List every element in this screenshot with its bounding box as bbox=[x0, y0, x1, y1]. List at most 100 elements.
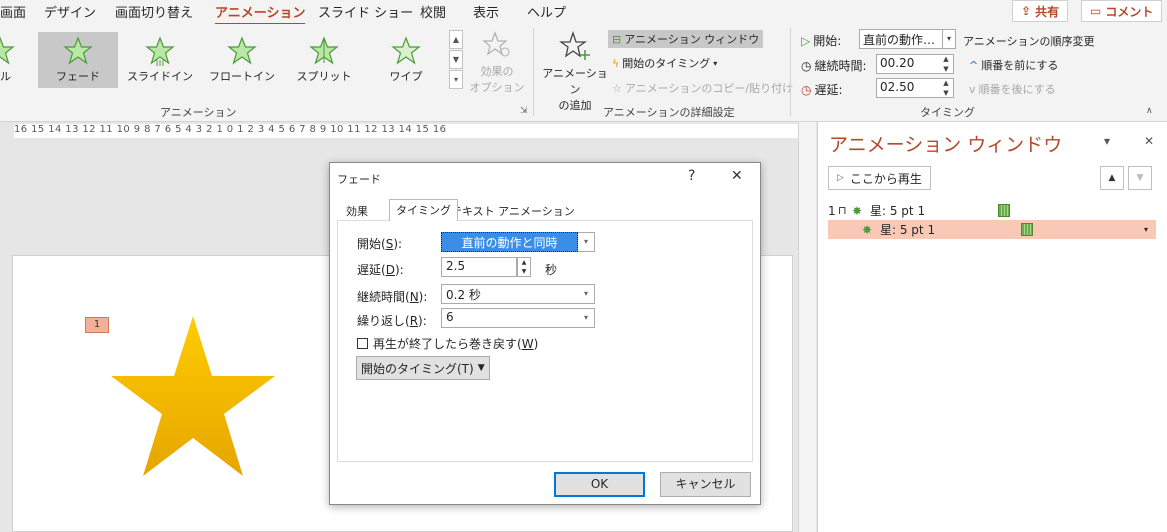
star-gear-icon bbox=[482, 31, 510, 57]
gallery-item-fade[interactable]: フェード bbox=[38, 32, 118, 88]
tab-view[interactable]: 表示 bbox=[473, 2, 499, 21]
group-label-advanced: アニメーションの詳細設定 bbox=[603, 106, 735, 119]
chevron-down-icon: ▾ bbox=[713, 58, 718, 68]
chevron-up-icon: ^ bbox=[969, 58, 979, 72]
start-dropdown-button[interactable]: ▾ bbox=[942, 29, 956, 49]
delay-clock-icon: ◷ bbox=[801, 82, 812, 97]
duration-label: 継続時間(N): bbox=[357, 290, 428, 304]
pane-title: アニメーション ウィンドウ bbox=[829, 134, 1063, 156]
gallery-more-button[interactable]: ▾ bbox=[449, 70, 463, 89]
painter-star-icon: ☆ bbox=[612, 81, 622, 95]
effect-options-button[interactable]: 効果の オプション bbox=[466, 30, 528, 95]
star-effect-icon bbox=[227, 36, 257, 65]
delay-spinner[interactable]: ▲ ▼ bbox=[517, 257, 531, 277]
duration-label: ◷ 継続時間: bbox=[801, 58, 867, 74]
gallery-item-fly-in[interactable]: スライドイン bbox=[120, 32, 200, 88]
delay-spinner[interactable]: ▲ ▼ bbox=[940, 78, 952, 98]
duration-spinner[interactable]: ▲ ▼ bbox=[940, 54, 952, 74]
animation-order-tag[interactable]: 1 bbox=[85, 317, 114, 338]
start-label: ▷ 開始: bbox=[801, 33, 842, 49]
ribbon-tabs: 画面 デザイン 画面切り替え アニメーション スライド ショー 校閲 表示 ヘル… bbox=[0, 0, 1167, 26]
share-icon: ⇪ bbox=[1021, 4, 1032, 18]
start-select[interactable]: 直前の動作… bbox=[859, 29, 943, 49]
delay-unit: 秒 bbox=[545, 263, 558, 277]
reorder-title: アニメーションの順序変更 bbox=[963, 35, 1095, 48]
tab-effect[interactable]: 効果 bbox=[340, 201, 374, 221]
gallery-item-float-in[interactable]: フロートイン bbox=[202, 32, 282, 88]
triggers-button[interactable]: 開始のタイミング(T) ▼ bbox=[356, 356, 490, 380]
move-earlier-button[interactable]: ^ 順番を前にする bbox=[969, 57, 1058, 73]
rewind-checkbox[interactable]: 再生が終了したら巻き戻す(W) bbox=[357, 335, 538, 352]
tab-design[interactable]: デザイン bbox=[44, 2, 96, 21]
gallery-item-appear[interactable]: ール bbox=[0, 32, 40, 88]
pane-options-chevron-icon[interactable]: ▾ bbox=[1104, 134, 1110, 148]
animation-pane-icon: ⊟ bbox=[612, 32, 622, 46]
tab-transitions[interactable]: 画面切り替え bbox=[115, 2, 193, 21]
ribbon: ール フェード スライドイン フロートイン スプリット ワイプ ▲ ▼ ▾ 効果… bbox=[0, 24, 1167, 122]
horizontal-ruler: 16 15 14 13 12 11 10 9 8 7 6 5 4 3 2 1 0… bbox=[14, 124, 798, 138]
duration-dropdown-button[interactable]: ▾ bbox=[578, 284, 595, 304]
mouse-click-icon: ⊓ bbox=[838, 204, 847, 217]
play-triangle-icon: ▷ bbox=[801, 33, 811, 48]
tab-slideshow-partial[interactable]: 画面 bbox=[0, 2, 26, 21]
add-animation-button[interactable]: アニメーション の追加 bbox=[540, 30, 610, 113]
play-icon: ▷ bbox=[837, 173, 844, 183]
dialog-launcher-icon[interactable]: ⇲ bbox=[520, 106, 528, 116]
trigger-button[interactable]: ϟ 開始のタイミング ▾ bbox=[612, 55, 717, 71]
star-shape[interactable] bbox=[110, 314, 276, 478]
move-later-button[interactable]: v 順番を後にする bbox=[969, 81, 1056, 97]
share-button[interactable]: ⇪ 共有 bbox=[1012, 0, 1069, 22]
animation-list-item-selected[interactable]: ✸ 星: 5 pt 1 ▾ bbox=[828, 220, 1156, 239]
gallery-scroll-down-button[interactable]: ▼ bbox=[449, 50, 463, 69]
animation-timeline-bar[interactable] bbox=[998, 204, 1010, 217]
repeat-select[interactable]: 6 bbox=[441, 308, 579, 328]
delay-input[interactable]: 2.5 bbox=[441, 257, 517, 277]
tab-slide-show[interactable]: スライド ショー bbox=[318, 2, 413, 21]
animation-pane-button[interactable]: ⊟ アニメーション ウィンドウ bbox=[608, 30, 764, 48]
tab-help[interactable]: ヘルプ bbox=[527, 2, 566, 21]
star-add-icon bbox=[558, 30, 590, 60]
tab-animations[interactable]: アニメーション bbox=[215, 2, 306, 26]
cancel-button[interactable]: キャンセル bbox=[660, 472, 751, 497]
pane-close-icon[interactable]: ✕ bbox=[1144, 134, 1154, 148]
help-icon[interactable]: ? bbox=[688, 168, 695, 184]
animation-painter-button[interactable]: ☆ アニメーションのコピー/貼り付け bbox=[612, 80, 793, 96]
delay-label: 遅延(D): bbox=[357, 263, 404, 277]
animation-pane: アニメーション ウィンドウ ▾ ✕ ▷ ここから再生 ▲ ▼ 1 ⊓ ✸ 星: … bbox=[817, 122, 1167, 532]
gallery-item-wipe[interactable]: ワイプ bbox=[366, 32, 446, 88]
animation-timeline-bar[interactable] bbox=[1021, 223, 1033, 236]
dialog-title: フェード bbox=[337, 173, 381, 186]
star-wipe-icon bbox=[391, 36, 421, 65]
gallery-scroll-up-button[interactable]: ▲ bbox=[449, 30, 463, 49]
ribbon-separator bbox=[533, 28, 534, 116]
group-label-animation: アニメーション bbox=[160, 106, 237, 119]
close-icon[interactable]: ✕ bbox=[731, 168, 743, 184]
delay-label: ◷ 遅延: bbox=[801, 82, 843, 98]
star-split-icon bbox=[309, 36, 339, 65]
collapse-ribbon-icon[interactable]: ∧ bbox=[1146, 106, 1153, 116]
ok-button[interactable]: OK bbox=[554, 472, 645, 497]
star-flyin-icon bbox=[145, 36, 175, 66]
double-chevron-down-icon: ▼ bbox=[477, 363, 485, 373]
tab-review[interactable]: 校閲 bbox=[420, 2, 446, 21]
gallery-item-split[interactable]: スプリット bbox=[284, 32, 364, 88]
vertical-scrollbar[interactable] bbox=[798, 122, 816, 532]
start-select[interactable]: 直前の動作と同時 bbox=[441, 232, 578, 252]
repeat-label: 繰り返し(R): bbox=[357, 314, 427, 328]
play-from-button[interactable]: ▷ ここから再生 bbox=[828, 166, 931, 190]
start-dropdown-button[interactable]: ▾ bbox=[578, 232, 595, 252]
move-down-button[interactable]: ▼ bbox=[1128, 166, 1152, 190]
move-up-button[interactable]: ▲ bbox=[1100, 166, 1124, 190]
tab-text-animation[interactable]: テキスト アニメーション bbox=[445, 201, 581, 221]
star-burst-icon: ✸ bbox=[862, 222, 873, 237]
item-menu-chevron-icon[interactable]: ▾ bbox=[1144, 225, 1148, 234]
comment-button[interactable]: ▭ コメント bbox=[1081, 0, 1163, 22]
star-effect-icon bbox=[0, 36, 15, 65]
checkbox-box[interactable] bbox=[357, 338, 368, 349]
duration-select[interactable]: 0.2 秒 bbox=[441, 284, 579, 304]
star-effect-icon bbox=[63, 36, 93, 65]
clock-icon: ◷ bbox=[801, 58, 812, 73]
tab-timing[interactable]: タイミング bbox=[389, 199, 458, 221]
animation-list-item[interactable]: 1 ⊓ ✸ 星: 5 pt 1 bbox=[828, 201, 1156, 220]
repeat-dropdown-button[interactable]: ▾ bbox=[578, 308, 595, 328]
